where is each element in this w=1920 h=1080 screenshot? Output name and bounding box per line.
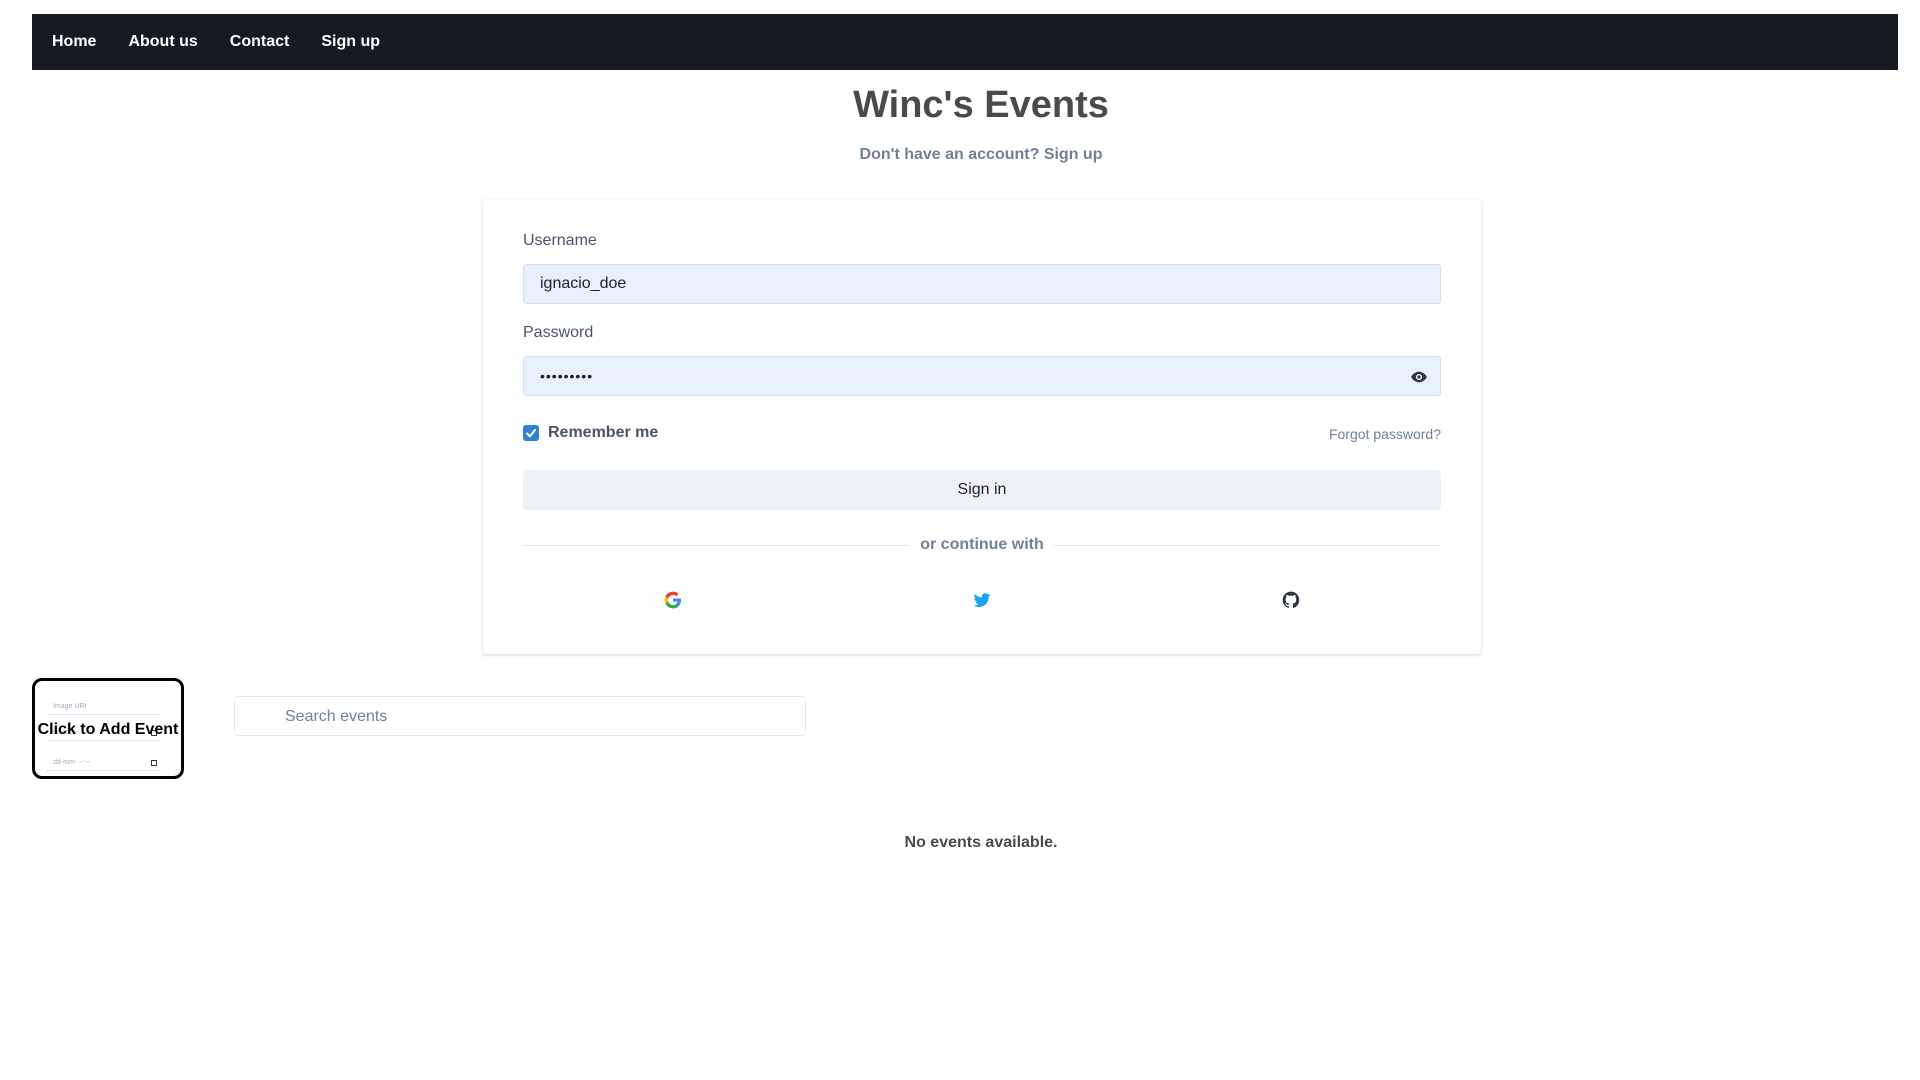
divider-text: or continue with: [910, 536, 1054, 553]
remember-label: Remember me: [548, 424, 659, 441]
add-event-button[interactable]: Image URI dd-mm- dd-mm- --:-- Click to A…: [32, 678, 184, 779]
calendar-icon: [151, 760, 157, 766]
signup-link[interactable]: Sign up: [1044, 146, 1103, 163]
nav-about-us[interactable]: About us: [128, 33, 197, 51]
nav-sign-up[interactable]: Sign up: [321, 33, 380, 51]
login-card: Username ignacio_doe Password ••••••••• …: [483, 200, 1481, 654]
remember-me: Remember me: [523, 424, 658, 442]
top-navbar: Home About us Contact Sign up: [32, 14, 1898, 70]
page-title: Winc's Events: [853, 84, 1109, 126]
google-icon[interactable]: [663, 590, 683, 610]
search-icon: [251, 711, 264, 724]
password-field[interactable]: •••••••••: [523, 356, 1441, 396]
signup-prompt-line: Don't have an account? Sign up: [0, 146, 1920, 164]
search-placeholder: Search events: [285, 708, 388, 725]
username-value: ignacio_doe: [540, 275, 627, 292]
signup-prompt: Don't have an account?: [859, 146, 1040, 163]
password-value: •••••••••: [540, 368, 594, 384]
search-input[interactable]: Search events: [234, 696, 806, 736]
add-event-label: Click to Add Event: [37, 721, 179, 738]
remember-checkbox[interactable]: [523, 425, 539, 441]
nav-home[interactable]: Home: [52, 33, 96, 51]
username-field[interactable]: ignacio_doe: [523, 264, 1441, 304]
nav-contact[interactable]: Contact: [230, 33, 290, 51]
eye-icon[interactable]: [1410, 368, 1428, 386]
twitter-icon[interactable]: [972, 590, 992, 610]
username-label: Username: [523, 232, 597, 249]
password-label: Password: [523, 324, 594, 341]
forgot-password-link[interactable]: Forgot password?: [1329, 426, 1441, 442]
datetime-field: dd-mm- --:--: [47, 759, 161, 771]
empty-events-message: No events available.: [904, 834, 1058, 851]
image-uri-field: Image URI: [47, 703, 161, 715]
check-icon: [526, 429, 536, 438]
github-icon[interactable]: [1281, 590, 1301, 610]
sign-in-button[interactable]: Sign in: [523, 470, 1441, 510]
continue-with-divider: or continue with: [483, 536, 1481, 554]
